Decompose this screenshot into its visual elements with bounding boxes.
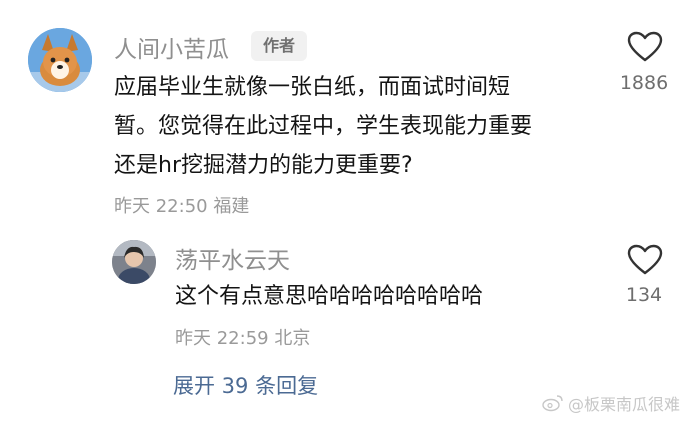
comment-meta: 昨天 22:50 福建 [114, 196, 250, 217]
comment-avatar[interactable] [28, 28, 92, 92]
reply-text: 这个有点意思哈哈哈哈哈哈哈哈 [175, 284, 484, 309]
reply-username[interactable]: 荡平水云天 [175, 241, 290, 275]
person-avatar-icon [112, 240, 156, 284]
reply-like-count: 134 [625, 284, 663, 306]
comment-like-count: 1886 [619, 72, 669, 94]
reply-meta: 昨天 22:59 北京 [175, 328, 311, 349]
watermark: @板栗南瓜很难 [542, 391, 680, 415]
comment-text: 应届毕业生就像一张白纸，而面试时间短 暂。您觉得在此过程中，学生表现能力重要 还… [114, 75, 533, 178]
corgi-dog-avatar-icon [28, 28, 92, 92]
reply-avatar[interactable] [112, 240, 156, 284]
author-badge: 作者 [251, 31, 307, 61]
watermark-text: @板栗南瓜很难 [567, 395, 680, 414]
heart-outline-icon[interactable] [627, 244, 663, 276]
heart-outline-icon[interactable] [627, 31, 663, 63]
comment-username[interactable]: 人间小苦瓜 [114, 30, 229, 64]
weibo-logo-icon [542, 395, 563, 412]
expand-replies-link[interactable]: 展开 39 条回复 [173, 370, 318, 400]
